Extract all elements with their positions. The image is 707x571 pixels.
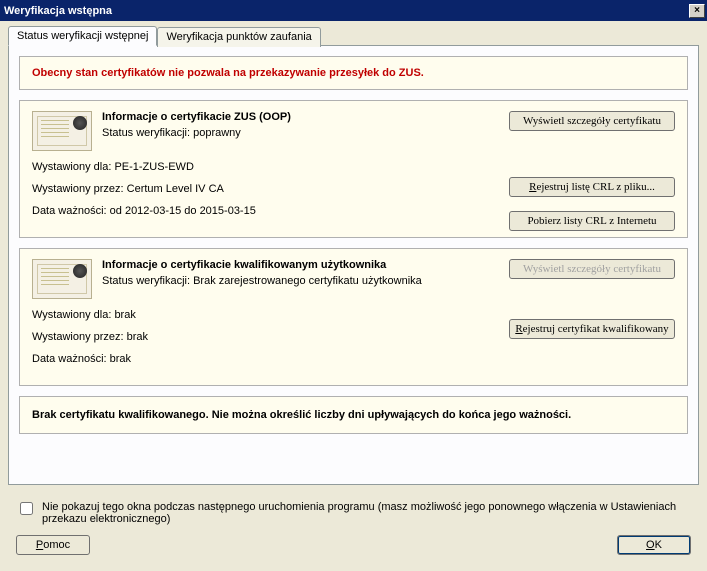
tab-content: Obecny stan certyfikatów nie pozwala na … <box>8 45 699 485</box>
warning-text: Obecny stan certyfikatów nie pozwala na … <box>32 67 424 79</box>
register-crl-file-label: ejestruj listę CRL z pliku... <box>536 181 654 193</box>
show-user-cert-details-button: Wyświetl szczegóły certyfikatu <box>509 259 675 279</box>
dont-show-checkbox[interactable] <box>20 502 33 515</box>
footer: Nie pokazuj tego okna podczas następnego… <box>8 485 699 559</box>
help-button-label: omoc <box>43 539 70 551</box>
seal-icon <box>73 116 87 130</box>
certificate-icon <box>32 111 92 151</box>
tab-trust-points[interactable]: Weryfikacja punktów zaufania <box>157 27 320 47</box>
cert-zus-status-value: poprawny <box>193 127 241 139</box>
summary-text: Brak certyfikatu kwalifikowanego. Nie mo… <box>32 409 571 421</box>
cert-zus-status-label: Status weryfikacji: <box>102 127 190 139</box>
certificate-icon <box>32 259 92 299</box>
tab-strip: Status weryfikacji wstępnej Weryfikacja … <box>8 26 699 46</box>
tab-status-label: Status weryfikacji wstępnej <box>17 30 148 42</box>
cert-zus-status: Status weryfikacji: poprawny <box>102 127 291 139</box>
cert-user-status-label: Status weryfikacji: <box>102 275 190 287</box>
download-crl-internet-label: Pobierz listy CRL z Internetu <box>527 215 656 227</box>
dont-show-row: Nie pokazuj tego okna podczas następnego… <box>16 501 691 525</box>
cert-zus-title: Informacje o certyfikacie ZUS (OOP) <box>102 111 291 123</box>
help-button[interactable]: Pomoc <box>16 535 90 555</box>
summary-box: Brak certyfikatu kwalifikowanego. Nie mo… <box>19 396 688 434</box>
show-cert-details-label: Wyświetl szczegóły certyfikatu <box>523 115 661 127</box>
window-title: Weryfikacja wstępna <box>4 5 112 17</box>
register-qualified-cert-label: ejestruj certyfikat kwalifikowany <box>523 323 669 335</box>
cert-user-status: Status weryfikacji: Brak zarejestrowaneg… <box>102 275 422 287</box>
cert-user-buttons: Wyświetl szczegóły certyfikatu Rejestruj… <box>509 259 675 339</box>
ok-button-label: K <box>655 539 662 551</box>
seal-icon <box>73 264 87 278</box>
cert-zus-buttons: Wyświetl szczegóły certyfikatu Rejestruj… <box>509 111 675 231</box>
cert-user-validity: Data ważności: brak <box>32 353 675 365</box>
dont-show-label: Nie pokazuj tego okna podczas następnego… <box>42 501 691 525</box>
register-crl-file-button[interactable]: Rejestruj listę CRL z pliku... <box>509 177 675 197</box>
warning-box: Obecny stan certyfikatów nie pozwala na … <box>19 56 688 90</box>
cert-zus-box: Wyświetl szczegóły certyfikatu Rejestruj… <box>19 100 688 238</box>
show-user-cert-details-label: Wyświetl szczegóły certyfikatu <box>523 263 661 275</box>
cert-user-title: Informacje o certyfikacie kwalifikowanym… <box>102 259 422 271</box>
tab-status[interactable]: Status weryfikacji wstępnej <box>8 26 157 46</box>
title-bar: Weryfikacja wstępna × <box>0 0 707 21</box>
cert-user-status-value: Brak zarejestrowanego certyfikatu użytko… <box>193 275 422 287</box>
close-icon: × <box>694 5 700 16</box>
register-qualified-cert-button[interactable]: Rejestruj certyfikat kwalifikowany <box>509 319 675 339</box>
tab-trust-points-label: Weryfikacja punktów zaufania <box>166 31 311 43</box>
dialog-button-row: Pomoc OK <box>12 535 695 555</box>
download-crl-internet-button[interactable]: Pobierz listy CRL z Internetu <box>509 211 675 231</box>
cert-user-box: Wyświetl szczegóły certyfikatu Rejestruj… <box>19 248 688 386</box>
close-button[interactable]: × <box>689 4 705 18</box>
dialog-body: Status weryfikacji wstępnej Weryfikacja … <box>0 21 707 567</box>
ok-button[interactable]: OK <box>617 535 691 555</box>
show-cert-details-button[interactable]: Wyświetl szczegóły certyfikatu <box>509 111 675 131</box>
